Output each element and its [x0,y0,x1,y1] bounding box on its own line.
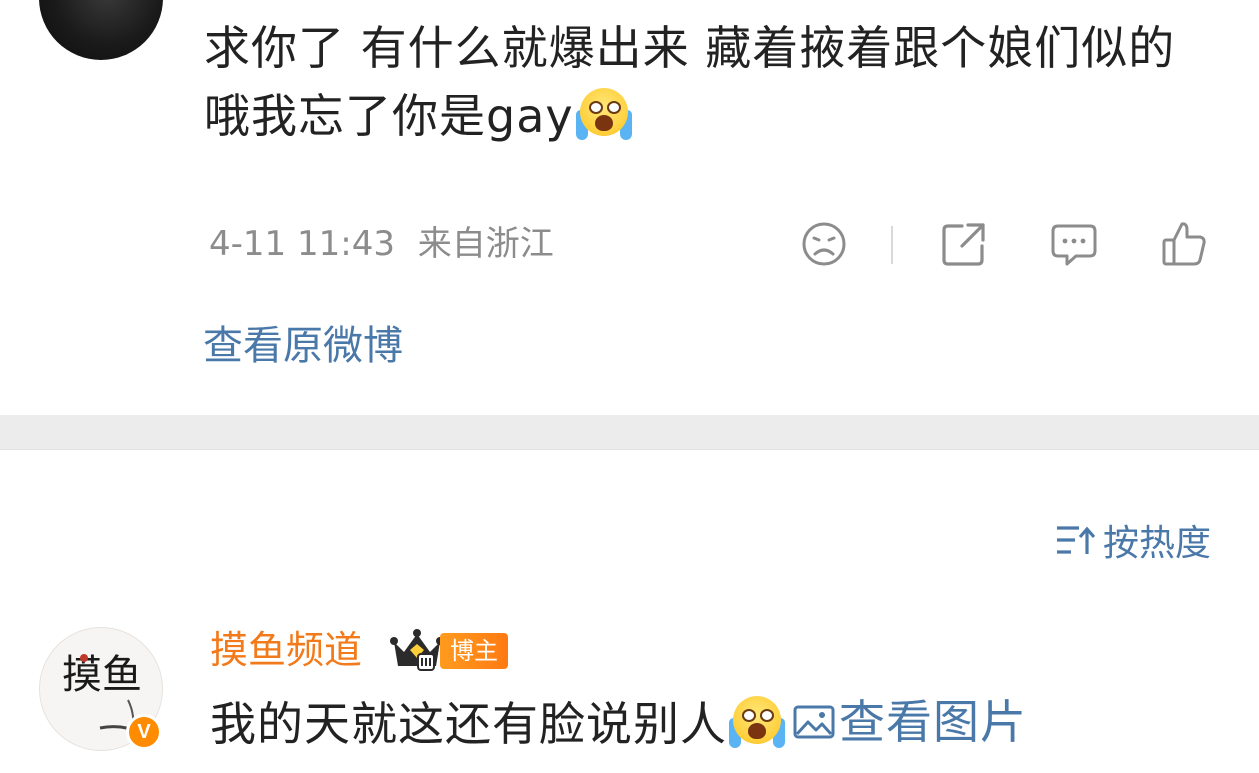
location: 来自浙江 [417,224,554,264]
username[interactable]: 摸鱼频道 [210,626,362,674]
like-icon[interactable] [1160,220,1208,268]
view-image-link[interactable]: 查看图片 [785,690,1027,754]
loudly-crying-emoji-icon [729,696,785,748]
crown-level-icon [390,629,444,671]
sort-icon [1056,526,1095,554]
sort-by-hot-button[interactable]: 按热度 [1055,514,1211,566]
view-original-weibo-link[interactable]: 查看原微博 [203,320,403,372]
avatar[interactable] [39,0,163,60]
action-separator [891,226,893,264]
comment-icon[interactable] [1050,220,1098,268]
image-icon [793,705,835,739]
svg-text:摸鱼: 摸鱼 [62,652,142,698]
comment-text: 求你了 有什么就爆出来 藏着掖着跟个娘们似的 哦我忘了你是gay [204,21,1176,143]
section-divider [0,415,1259,450]
loudly-crying-emoji-icon [575,88,632,140]
comment-meta: 4-11 11:43 来自浙江 [209,222,554,266]
comment-text: 我的天就这还有脸说别人 [210,697,727,751]
verified-badge: V [126,714,162,750]
comment-body: 求你了 有什么就爆出来 藏着掖着跟个娘们似的 哦我忘了你是gay [204,14,1194,150]
author-tag: 博主 [440,633,508,669]
view-image-label: 查看图片 [839,695,1027,749]
sort-label: 按热度 [1102,523,1211,564]
comment-body: 我的天就这还有脸说别人 查看图片 [210,690,1027,756]
weibo-comment-feed: 求你了 有什么就爆出来 藏着掖着跟个娘们似的 哦我忘了你是gay 4-11 11… [0,0,1259,773]
share-icon[interactable] [940,220,988,268]
dislike-face-icon[interactable] [800,220,848,268]
timestamp: 4-11 11:43 [209,224,395,264]
